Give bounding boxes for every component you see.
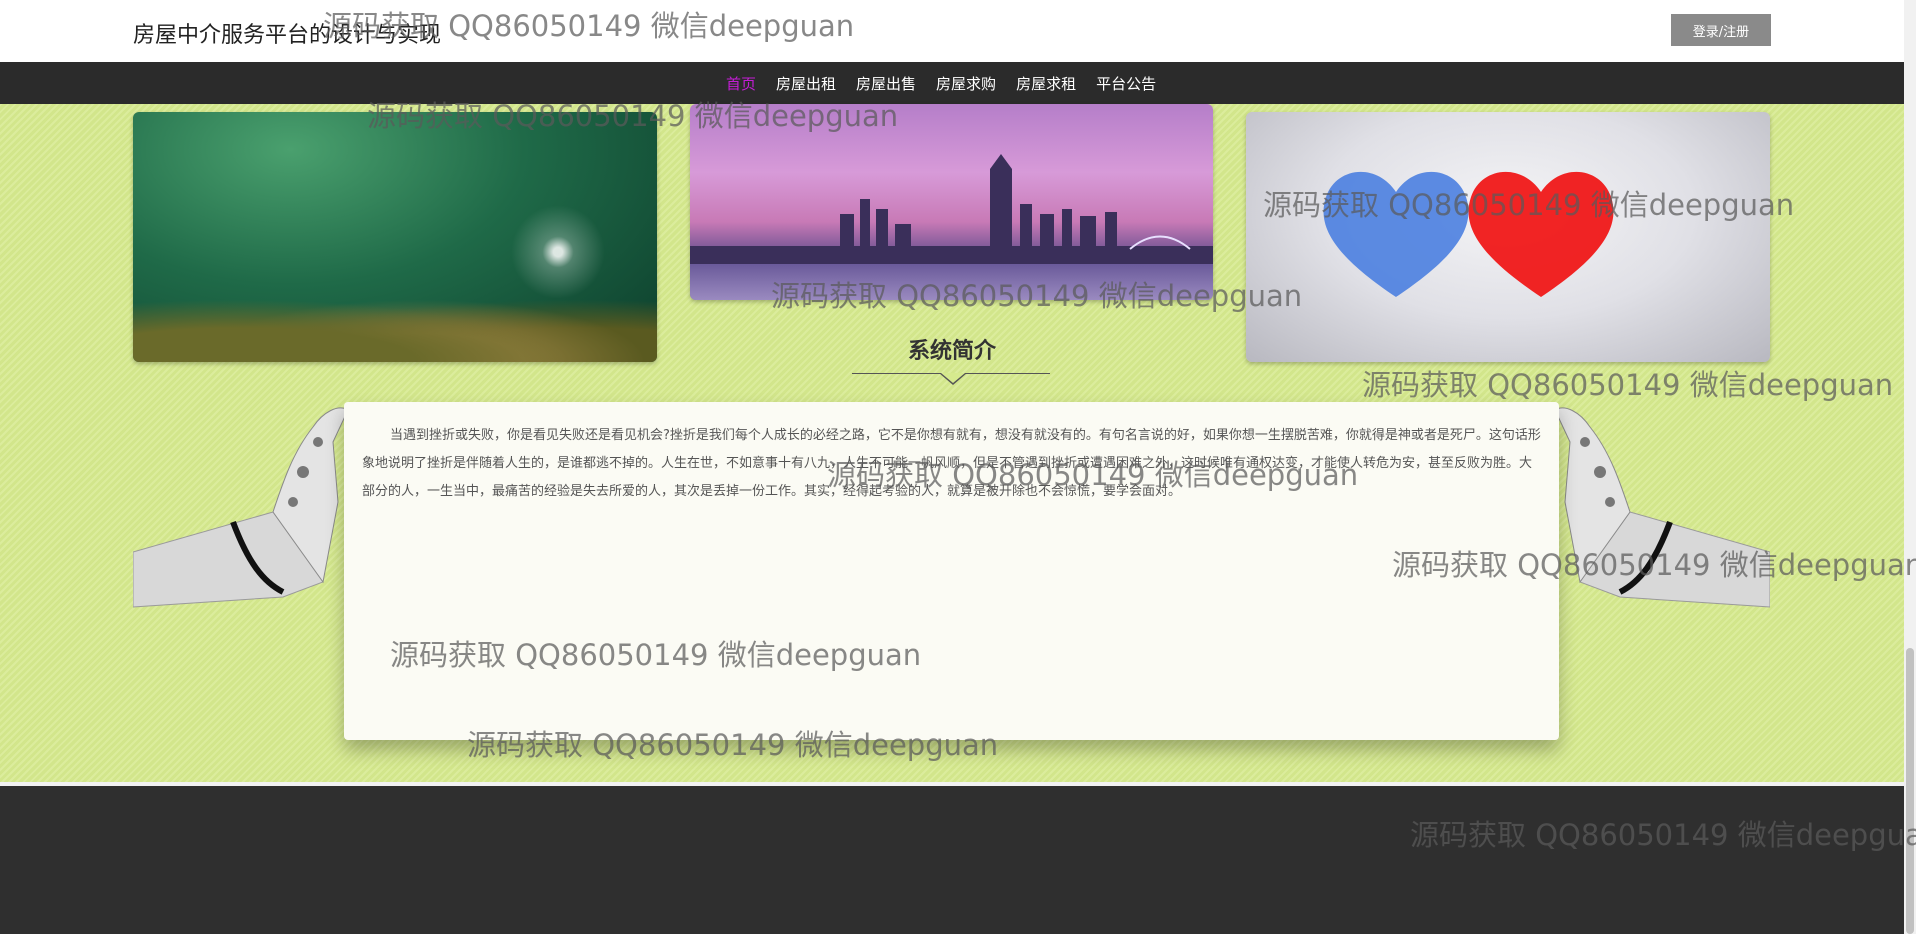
page-scrollbar[interactable] (1904, 0, 1916, 934)
scrollbar-thumb[interactable] (1906, 648, 1914, 934)
site-title: 房屋中介服务平台的设计与实现 (133, 23, 442, 48)
nav-item-announcements[interactable]: 平台公告 (1096, 73, 1156, 94)
footer-divider (0, 782, 1904, 786)
robot-hand-right-icon (1554, 407, 1770, 608)
top-header: 房屋中介服务平台的设计与实现 登录/注册 (0, 0, 1904, 62)
login-register-button[interactable]: 登录/注册 (1671, 14, 1771, 46)
section-title: 系统简介 (907, 339, 996, 364)
title-arrow-inner (941, 373, 965, 383)
intro-card: 当遇到挫折或失败，你是看见失败还是看见机会?挫折是我们每个人成长的必经之路，它不… (344, 402, 1559, 740)
dandelion-decoration (503, 197, 613, 307)
robot-hand-left-icon (133, 407, 349, 608)
nav-item-house-buy-request[interactable]: 房屋求购 (936, 73, 996, 94)
main-nav: 首页 房屋出租 房屋出售 房屋求购 房屋求租 平台公告 (0, 62, 1904, 108)
nav-list: 首页 房屋出租 房屋出售 房屋求购 房屋求租 平台公告 (726, 62, 1176, 104)
main-content: 系统简介 当遇到挫折或失败，你是看见失败还是看见机会?挫折是我们每个人成长的必经… (0, 104, 1904, 782)
red-heart-icon (1468, 171, 1614, 297)
nav-item-house-rent-out[interactable]: 房屋出租 (776, 73, 836, 94)
intro-text: 当遇到挫折或失败，你是看见失败还是看见机会?挫折是我们每个人成长的必经之路，它不… (362, 428, 1541, 499)
nav-item-home[interactable]: 首页 (726, 73, 756, 94)
banner-image-city[interactable] (690, 104, 1213, 300)
nav-item-house-rent-request[interactable]: 房屋求租 (1016, 73, 1076, 94)
watermark: 源码获取 QQ86050149 微信deepguan (1410, 818, 1916, 852)
banner-image-nature[interactable] (133, 112, 657, 362)
blue-heart-icon (1323, 171, 1469, 297)
nav-item-house-sale[interactable]: 房屋出售 (856, 73, 916, 94)
water-reflection (690, 264, 1213, 300)
city-skyline-graphic (690, 154, 1213, 264)
banner-image-hearts[interactable] (1246, 112, 1770, 362)
